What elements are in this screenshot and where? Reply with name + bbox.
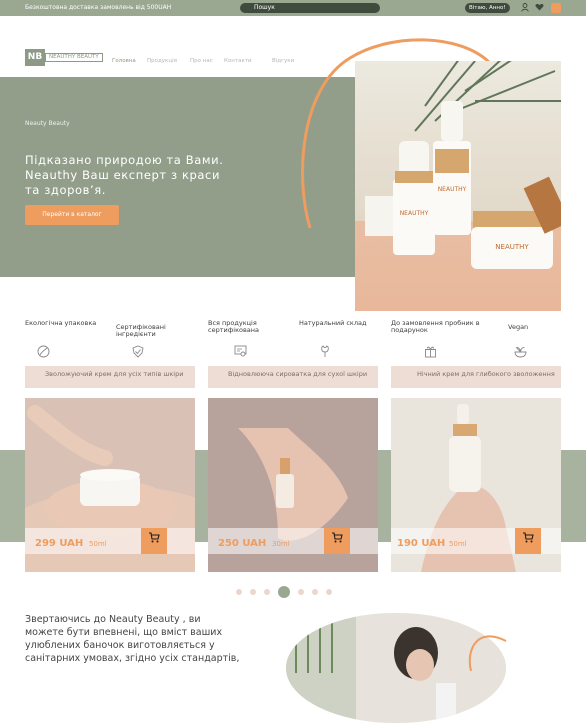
carousel-dot[interactable] — [250, 589, 256, 595]
heart-icon[interactable] — [535, 3, 544, 14]
product-title: Зволожуючий крем для усіх типів шкіри — [45, 370, 184, 378]
carousel-dot[interactable] — [236, 589, 242, 595]
carousel-dot-active[interactable] — [278, 586, 290, 598]
search-label: Пошук — [254, 4, 275, 11]
product-price: 190 UAH — [397, 538, 446, 549]
product-card[interactable]: 190 UAH 50ml — [391, 398, 561, 572]
carousel-dots — [236, 586, 340, 598]
product-volume: 50ml — [89, 540, 107, 548]
carousel-dot[interactable] — [312, 589, 318, 595]
cart-icon — [149, 532, 160, 543]
shield-check-icon — [132, 345, 144, 361]
cart-icon — [332, 532, 343, 543]
greeting-badge[interactable]: Вітаю, Анно! — [465, 3, 510, 13]
product-subtitle-bar: Нічний крем для глибокого зволоження — [391, 366, 561, 388]
product-volume: 30ml — [272, 540, 290, 548]
feature-label: Вся продукція сертифікована — [208, 319, 260, 334]
bottle-label: NEAUTHY — [400, 210, 429, 217]
nav-link-home[interactable]: Головна — [112, 58, 136, 64]
hero-headline: Підказано природою та Вами. Neauthy Ваш … — [25, 153, 224, 197]
hero-brand: Neauty Beauty — [25, 120, 70, 127]
logo-mark: NB — [25, 49, 45, 66]
gift-icon — [424, 345, 437, 361]
carousel-dot[interactable] — [326, 589, 332, 595]
add-to-cart-button[interactable] — [141, 528, 167, 554]
add-to-cart-button[interactable] — [515, 528, 541, 554]
logo-name: NEAUTHY BEAUTY — [45, 53, 103, 62]
logo[interactable]: NB NEAUTHY BEAUTY — [25, 49, 103, 66]
nav-link-about[interactable]: Про нас — [190, 58, 213, 64]
vegan-bowl-icon — [514, 345, 527, 361]
cart-icon[interactable] — [551, 3, 561, 13]
product-title: Відновлююча сироватка для сухої шкіри — [228, 370, 368, 378]
nav-link-products[interactable]: Продукція — [147, 58, 177, 64]
product-price: 299 UAH — [35, 538, 84, 549]
decorative-swoosh — [468, 635, 507, 671]
product-subtitle-bar: Відновлююча сироватка для сухої шкіри — [208, 366, 378, 388]
hero-product-photo: NEAUTHY NEAUTHY NEAUTHY — [355, 61, 561, 311]
catalog-button[interactable]: Перейти в каталог — [25, 205, 119, 225]
free-shipping-text: Безкоштовна доставка замовлень від 500UA… — [25, 4, 172, 11]
product-volume: 50ml — [449, 540, 467, 548]
feature-label: Екологічна упаковка — [25, 319, 97, 327]
carousel-dot[interactable] — [264, 589, 270, 595]
bottle-label: NEAUTHY — [438, 186, 467, 193]
product-card[interactable]: 299 UAH 50ml — [25, 398, 195, 572]
about-text: Звертаючись до Neauty Beauty , ви можете… — [25, 614, 240, 664]
product-title: Нічний крем для глибокого зволоження — [417, 370, 555, 378]
carousel-dot[interactable] — [298, 589, 304, 595]
certificate-icon — [234, 345, 247, 360]
user-icon[interactable] — [521, 3, 529, 15]
feature-label: Vegan — [508, 323, 529, 331]
feature-label: Натуральний склад — [299, 319, 367, 327]
eco-globe-icon — [37, 345, 50, 361]
feature-label: До замовлення пробник в подарунок — [391, 319, 480, 334]
product-price: 250 UAH — [218, 538, 267, 549]
cart-icon — [523, 532, 534, 543]
product-subtitle-bar: Зволожуючий крем для усіх типів шкіри — [25, 366, 195, 388]
search-input[interactable]: Пошук — [240, 3, 380, 13]
product-card[interactable]: 250 UAH 30ml — [208, 398, 378, 572]
jar-label: NEAUTHY — [495, 243, 529, 251]
nav-link-contacts[interactable]: Контакти — [224, 58, 252, 64]
top-bar: Безкоштовна доставка замовлень від 500UA… — [0, 0, 586, 16]
add-to-cart-button[interactable] — [324, 528, 350, 554]
feature-label: Сертифіковані інгредієнти — [116, 323, 166, 338]
flower-icon — [319, 345, 331, 361]
